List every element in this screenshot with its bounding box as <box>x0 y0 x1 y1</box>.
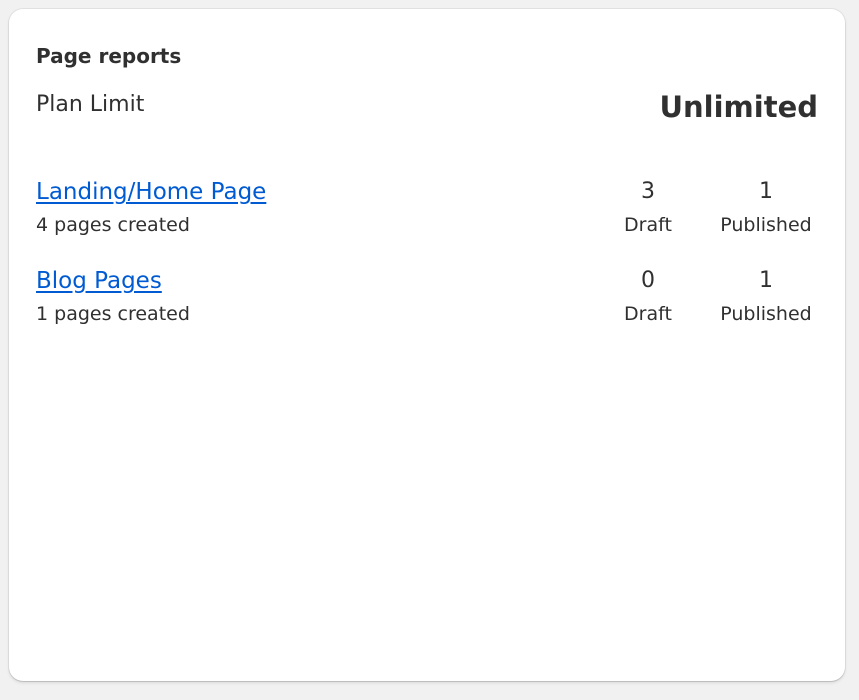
blog-pages-link[interactable]: Blog Pages <box>36 265 162 297</box>
landing-pages-created: 4 pages created <box>36 214 190 236</box>
blog-pages-created: 1 pages created <box>36 303 190 325</box>
landing-published-stat: 1 Published <box>716 176 816 238</box>
landing-draft-count: 3 <box>641 179 655 204</box>
blog-published-label: Published <box>720 303 812 325</box>
landing-published-count: 1 <box>759 179 773 204</box>
landing-published-label: Published <box>720 214 812 236</box>
report-row-landing: Landing/Home Page 4 pages created 3 Draf… <box>36 176 818 236</box>
page-reports-card: Page reports Plan Limit Unlimited Landin… <box>9 9 845 681</box>
landing-draft-label: Draft <box>624 214 672 236</box>
report-row-blog: Blog Pages 1 pages created 0 Draft 1 Pub… <box>36 265 818 325</box>
landing-home-page-link[interactable]: Landing/Home Page <box>36 176 266 208</box>
blog-draft-count: 0 <box>641 268 655 293</box>
blog-published-stat: 1 Published <box>716 265 816 327</box>
blog-draft-stat: 0 Draft <box>608 265 688 327</box>
card-title: Page reports <box>36 44 182 68</box>
blog-draft-label: Draft <box>624 303 672 325</box>
blog-published-count: 1 <box>759 268 773 293</box>
plan-limit-value: Unlimited <box>659 90 818 124</box>
landing-draft-stat: 3 Draft <box>608 176 688 238</box>
plan-limit-label: Plan Limit <box>36 92 145 117</box>
